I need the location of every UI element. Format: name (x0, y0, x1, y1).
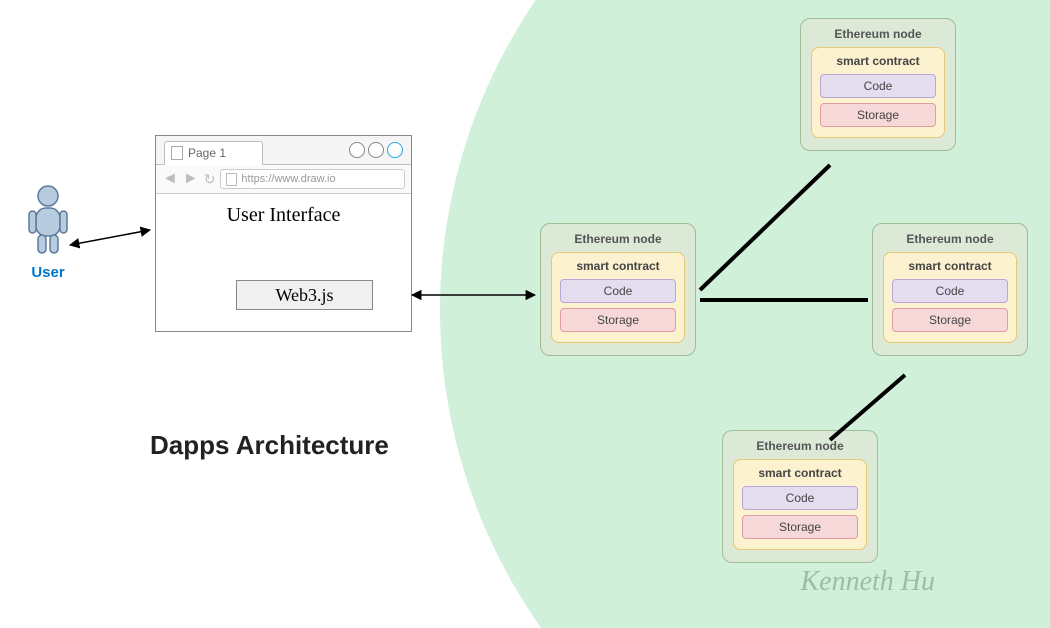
reload-icon[interactable]: ↻ (204, 172, 216, 186)
storage-block: Storage (560, 308, 676, 332)
storage-block: Storage (742, 515, 858, 539)
browser-toolbar: ◄ ► ↻ https://www.draw.io (156, 165, 411, 194)
document-icon (171, 146, 183, 160)
browser-window: Page 1 ◄ ► ↻ https://www.draw.io User In… (155, 135, 412, 332)
back-icon[interactable]: ◄ (162, 171, 178, 187)
node-title: Ethereum node (811, 27, 945, 41)
code-block: Code (820, 74, 936, 98)
code-block: Code (742, 486, 858, 510)
window-dot[interactable] (349, 142, 365, 158)
diagram-title: Dapps Architecture (150, 430, 389, 461)
smart-contract: smart contract Code Storage (883, 252, 1017, 343)
ethereum-node: Ethereum node smart contract Code Storage (872, 223, 1028, 356)
web3-label: Web3.js (275, 285, 333, 306)
web3-box: Web3.js (236, 280, 373, 310)
tab-label: Page 1 (188, 146, 226, 160)
author-watermark: Kenneth Hu (800, 566, 935, 598)
contract-title: smart contract (742, 466, 858, 480)
contract-title: smart contract (892, 259, 1008, 273)
node-title: Ethereum node (883, 232, 1017, 246)
smart-contract: smart contract Code Storage (811, 47, 945, 138)
smart-contract: smart contract Code Storage (733, 459, 867, 550)
ethereum-node: Ethereum node smart contract Code Storage (800, 18, 956, 151)
contract-title: smart contract (820, 54, 936, 68)
forward-icon[interactable]: ► (183, 171, 199, 187)
user-label: User (18, 264, 78, 281)
storage-block: Storage (892, 308, 1008, 332)
window-controls (349, 142, 403, 158)
node-title: Ethereum node (733, 439, 867, 453)
window-dot[interactable] (368, 142, 384, 158)
storage-block: Storage (820, 103, 936, 127)
user-figure: User (18, 185, 78, 281)
browser-body: User Interface Web3.js (156, 194, 411, 333)
ethereum-node: Ethereum node smart contract Code Storage (540, 223, 696, 356)
browser-tab[interactable]: Page 1 (164, 141, 263, 165)
url-bar[interactable]: https://www.draw.io (220, 169, 405, 189)
ui-title: User Interface (156, 204, 411, 227)
smart-contract: smart contract Code Storage (551, 252, 685, 343)
person-icon (26, 185, 70, 255)
page-icon (226, 173, 237, 186)
ethereum-node: Ethereum node smart contract Code Storage (722, 430, 878, 563)
url-text: https://www.draw.io (241, 173, 335, 185)
node-title: Ethereum node (551, 232, 685, 246)
code-block: Code (560, 279, 676, 303)
contract-title: smart contract (560, 259, 676, 273)
code-block: Code (892, 279, 1008, 303)
browser-tabbar: Page 1 (156, 136, 411, 165)
window-dot[interactable] (387, 142, 403, 158)
